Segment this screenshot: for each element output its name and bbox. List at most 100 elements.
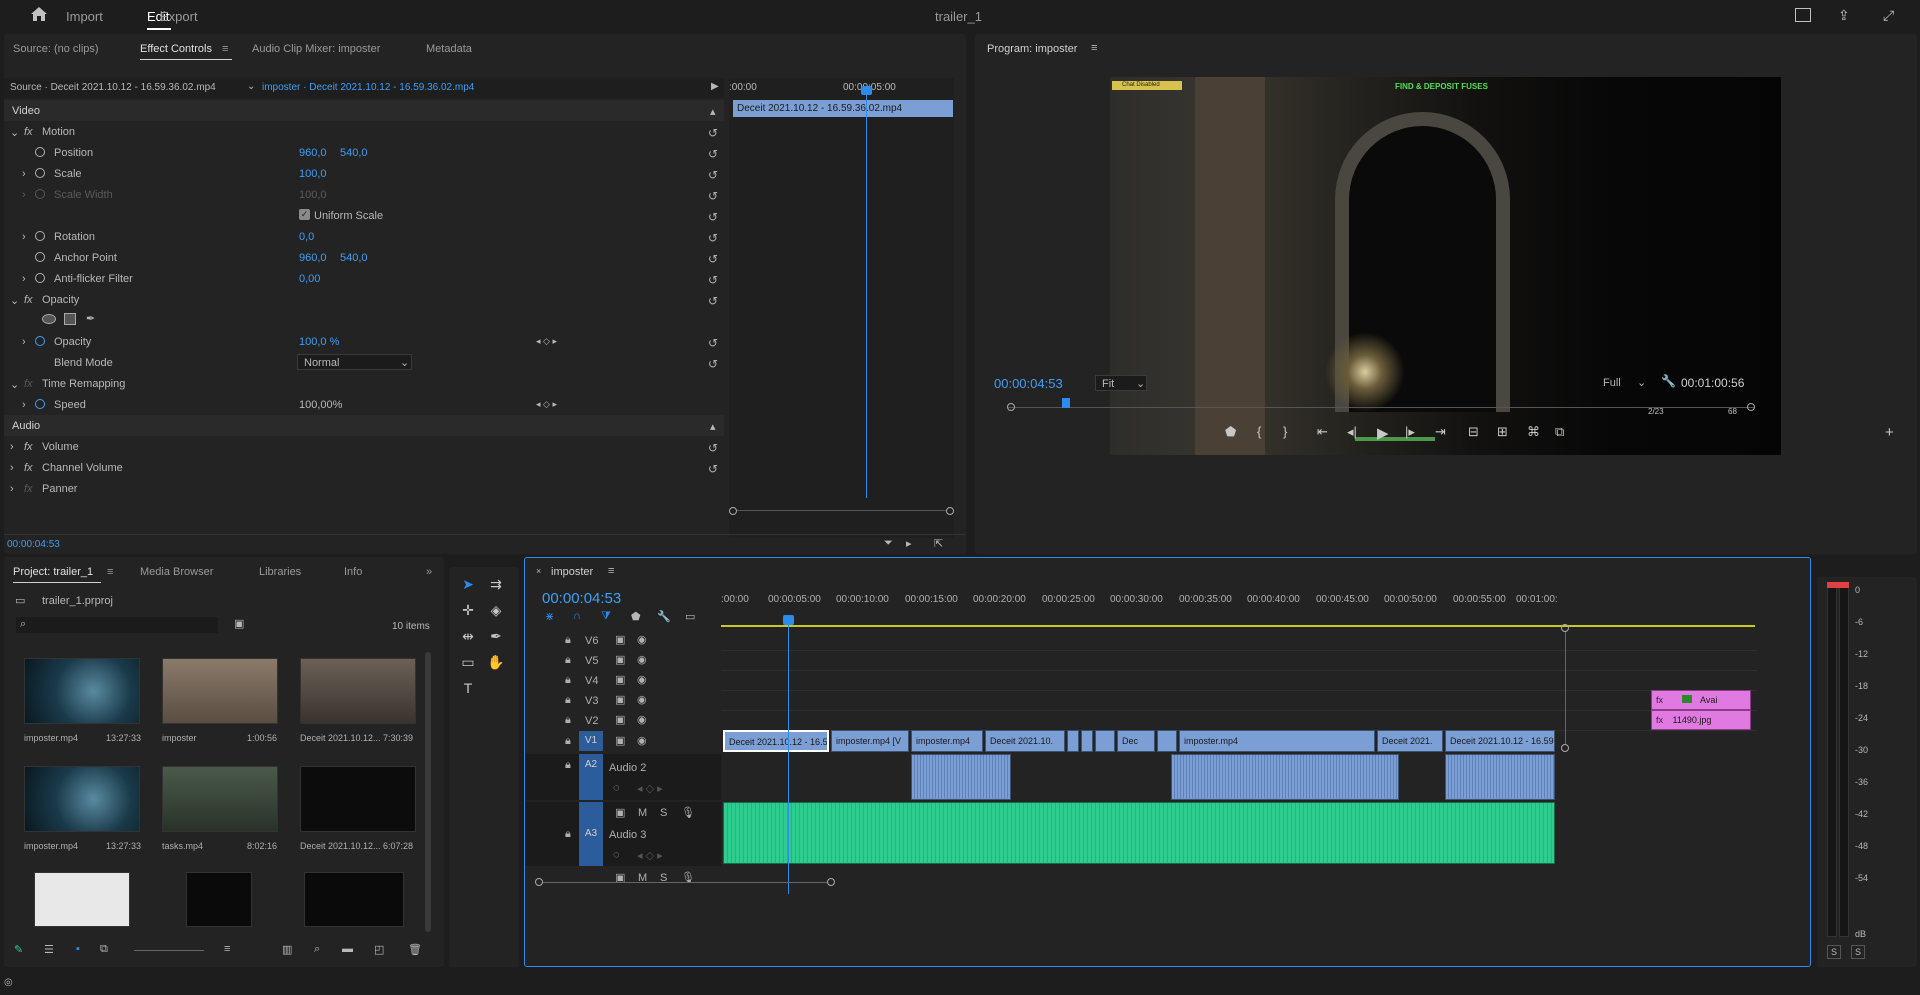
clip-v3[interactable]: fx Avai	[1651, 690, 1751, 710]
filter-icon[interactable]: ⏷	[884, 537, 893, 550]
tab-import[interactable]: Import	[66, 9, 103, 24]
sync-icon[interactable]: ▣	[615, 734, 625, 747]
mini-scroll-track[interactable]	[729, 506, 954, 516]
automate-icon[interactable]: ▥	[282, 943, 292, 956]
go-to-out-icon[interactable]: ⇥	[1435, 424, 1446, 440]
program-timecode[interactable]: 00:00:04:53	[994, 376, 1063, 391]
rect-mask-icon[interactable]	[64, 313, 76, 325]
project-thumb-4[interactable]	[24, 766, 140, 832]
tab-effect-controls[interactable]: Effect Controls	[140, 43, 212, 55]
ripple-edit-icon[interactable]: ✛	[457, 599, 479, 621]
tab-metadata[interactable]: Metadata	[426, 43, 472, 55]
captions-icon[interactable]: ▭	[685, 610, 695, 623]
solo-right-button[interactable]: S	[1851, 945, 1865, 959]
slip-icon[interactable]: ⇹	[457, 625, 479, 647]
eye-icon[interactable]: ◉	[637, 734, 647, 747]
stopwatch-icon[interactable]	[35, 147, 45, 157]
lock-icon[interactable]: 🔒︎	[565, 694, 571, 707]
marker-icon[interactable]: ⬟	[1225, 424, 1236, 440]
track-area[interactable]: fx Avai fx 11490.jpg Deceit 2021.10.12 -…	[721, 615, 1757, 894]
sync-icon[interactable]: ▣	[615, 806, 625, 819]
eye-icon[interactable]: ◉	[637, 673, 647, 686]
antiflicker-value[interactable]: 0,00	[299, 273, 320, 285]
razor-icon[interactable]: ◈	[485, 599, 507, 621]
timeline-playhead[interactable]	[788, 618, 789, 894]
snap-icon[interactable]: ∩	[573, 610, 581, 622]
ec-timecode[interactable]: 00:00:04:53	[7, 539, 60, 550]
extract-icon[interactable]: ⊞	[1497, 424, 1508, 440]
ellipse-mask-icon[interactable]	[42, 314, 56, 324]
reset-icon[interactable]: ↺	[708, 210, 722, 224]
new-item-icon[interactable]: ◰	[374, 943, 384, 956]
sequence-clip-label[interactable]: imposter · Deceit 2021.10.12 - 16.59.36.…	[262, 82, 474, 93]
project-thumb-3[interactable]	[300, 658, 416, 724]
tab-media-browser[interactable]: Media Browser	[140, 566, 213, 578]
eye-icon[interactable]: ◉	[637, 653, 647, 666]
keyframe-nav-icon[interactable]: ◂ ◇ ▸	[637, 782, 663, 795]
motion-row[interactable]: ⌄ fx Motion ↺	[4, 121, 724, 142]
timeline-playhead-handle[interactable]	[783, 615, 794, 625]
reset-icon[interactable]: ↺	[708, 168, 722, 182]
opacity-value[interactable]: 100,0 %	[299, 336, 339, 348]
stopwatch-icon[interactable]	[35, 252, 45, 262]
clip-v1[interactable]	[1157, 730, 1177, 752]
rectangle-icon[interactable]: ▭	[457, 651, 479, 673]
add-marker-icon[interactable]: ⬟	[631, 610, 641, 623]
expand-icon[interactable]: ›	[22, 399, 26, 411]
pen-mask-icon[interactable]: ✒	[86, 312, 95, 325]
audio-clip-a2[interactable]	[911, 754, 1011, 800]
rotation-value[interactable]: 0,0	[299, 231, 314, 243]
project-thumb-8[interactable]	[186, 872, 252, 927]
menu-icon[interactable]: ≡	[608, 565, 614, 577]
tab-libraries[interactable]: Libraries	[259, 566, 301, 578]
project-thumb-5[interactable]	[162, 766, 278, 832]
clip-v1[interactable]: Deceit 2021.	[1377, 730, 1443, 752]
sync-icon[interactable]: ▣	[615, 693, 625, 706]
tab-audio-clip-mixer[interactable]: Audio Clip Mixer: imposter	[252, 43, 380, 55]
volume-knob-icon[interactable]: ◌	[613, 849, 620, 861]
timeline-ruler[interactable]: :00:00 00:00:05:00 00:00:10:00 00:00:15:…	[721, 594, 1771, 616]
clip-v2[interactable]: fx 11490.jpg	[1651, 710, 1751, 730]
freeform-view-icon[interactable]: ⧉	[100, 943, 108, 956]
stopwatch-icon[interactable]	[35, 168, 45, 178]
lift-icon[interactable]: ⊟	[1468, 424, 1479, 440]
expand-icon[interactable]: ›	[22, 168, 26, 180]
add-button-icon[interactable]: +	[1885, 424, 1894, 441]
pencil-icon[interactable]: ✎	[14, 943, 23, 956]
collapse-icon[interactable]: ▴	[710, 420, 716, 433]
play-icon[interactable]: ▶	[1377, 424, 1389, 442]
new-bin-icon[interactable]: ▣	[234, 617, 244, 630]
opacity-group-row[interactable]: ⌄ fx Opacity ↺	[4, 289, 724, 310]
tab-menu-icon[interactable]: ≡	[222, 43, 228, 55]
timeline-scrollbar[interactable]	[535, 876, 835, 888]
sort-icon[interactable]: ≡	[224, 943, 230, 955]
stopwatch-icon[interactable]	[35, 336, 45, 346]
project-search-input[interactable]: ⌕	[16, 617, 218, 633]
fullscreen-icon[interactable]: ⤢	[1883, 7, 1894, 24]
timeline-tab[interactable]: imposter	[551, 566, 593, 578]
trash-icon[interactable]: 🗑	[408, 943, 422, 956]
solo-left-button[interactable]: S	[1827, 945, 1841, 959]
clip-v1[interactable]: imposter.mp4	[911, 730, 983, 752]
export-icon[interactable]: ⇱	[934, 537, 943, 550]
sync-icon[interactable]: ▣	[615, 673, 625, 686]
program-playhead[interactable]	[1062, 398, 1070, 408]
menu-icon[interactable]: ≡	[107, 566, 113, 578]
share-icon[interactable]: ⇪	[1838, 7, 1850, 24]
step-forward-icon[interactable]: |▸	[1405, 424, 1415, 440]
pen-icon[interactable]: ✒	[485, 625, 507, 647]
mark-out-icon[interactable]: }	[1283, 424, 1287, 439]
new-bin-icon[interactable]: ▬	[342, 943, 353, 955]
compare-icon[interactable]: ⧉	[1555, 424, 1564, 440]
mark-in-icon[interactable]: {	[1257, 424, 1261, 439]
audio-clip-a2[interactable]	[1171, 754, 1399, 800]
status-icon[interactable]: ◎	[4, 977, 13, 988]
sync-icon[interactable]: ▣	[615, 653, 625, 666]
timeline-timecode[interactable]: 00:00:04:53	[542, 590, 621, 607]
program-scrubber[interactable]	[1007, 398, 1755, 416]
reset-icon[interactable]: ↺	[708, 231, 722, 245]
clip-v1[interactable]	[1095, 730, 1115, 752]
project-thumb-9[interactable]	[304, 872, 404, 927]
mute-button[interactable]: M	[638, 807, 647, 819]
lock-icon[interactable]: 🔒︎	[565, 654, 571, 667]
